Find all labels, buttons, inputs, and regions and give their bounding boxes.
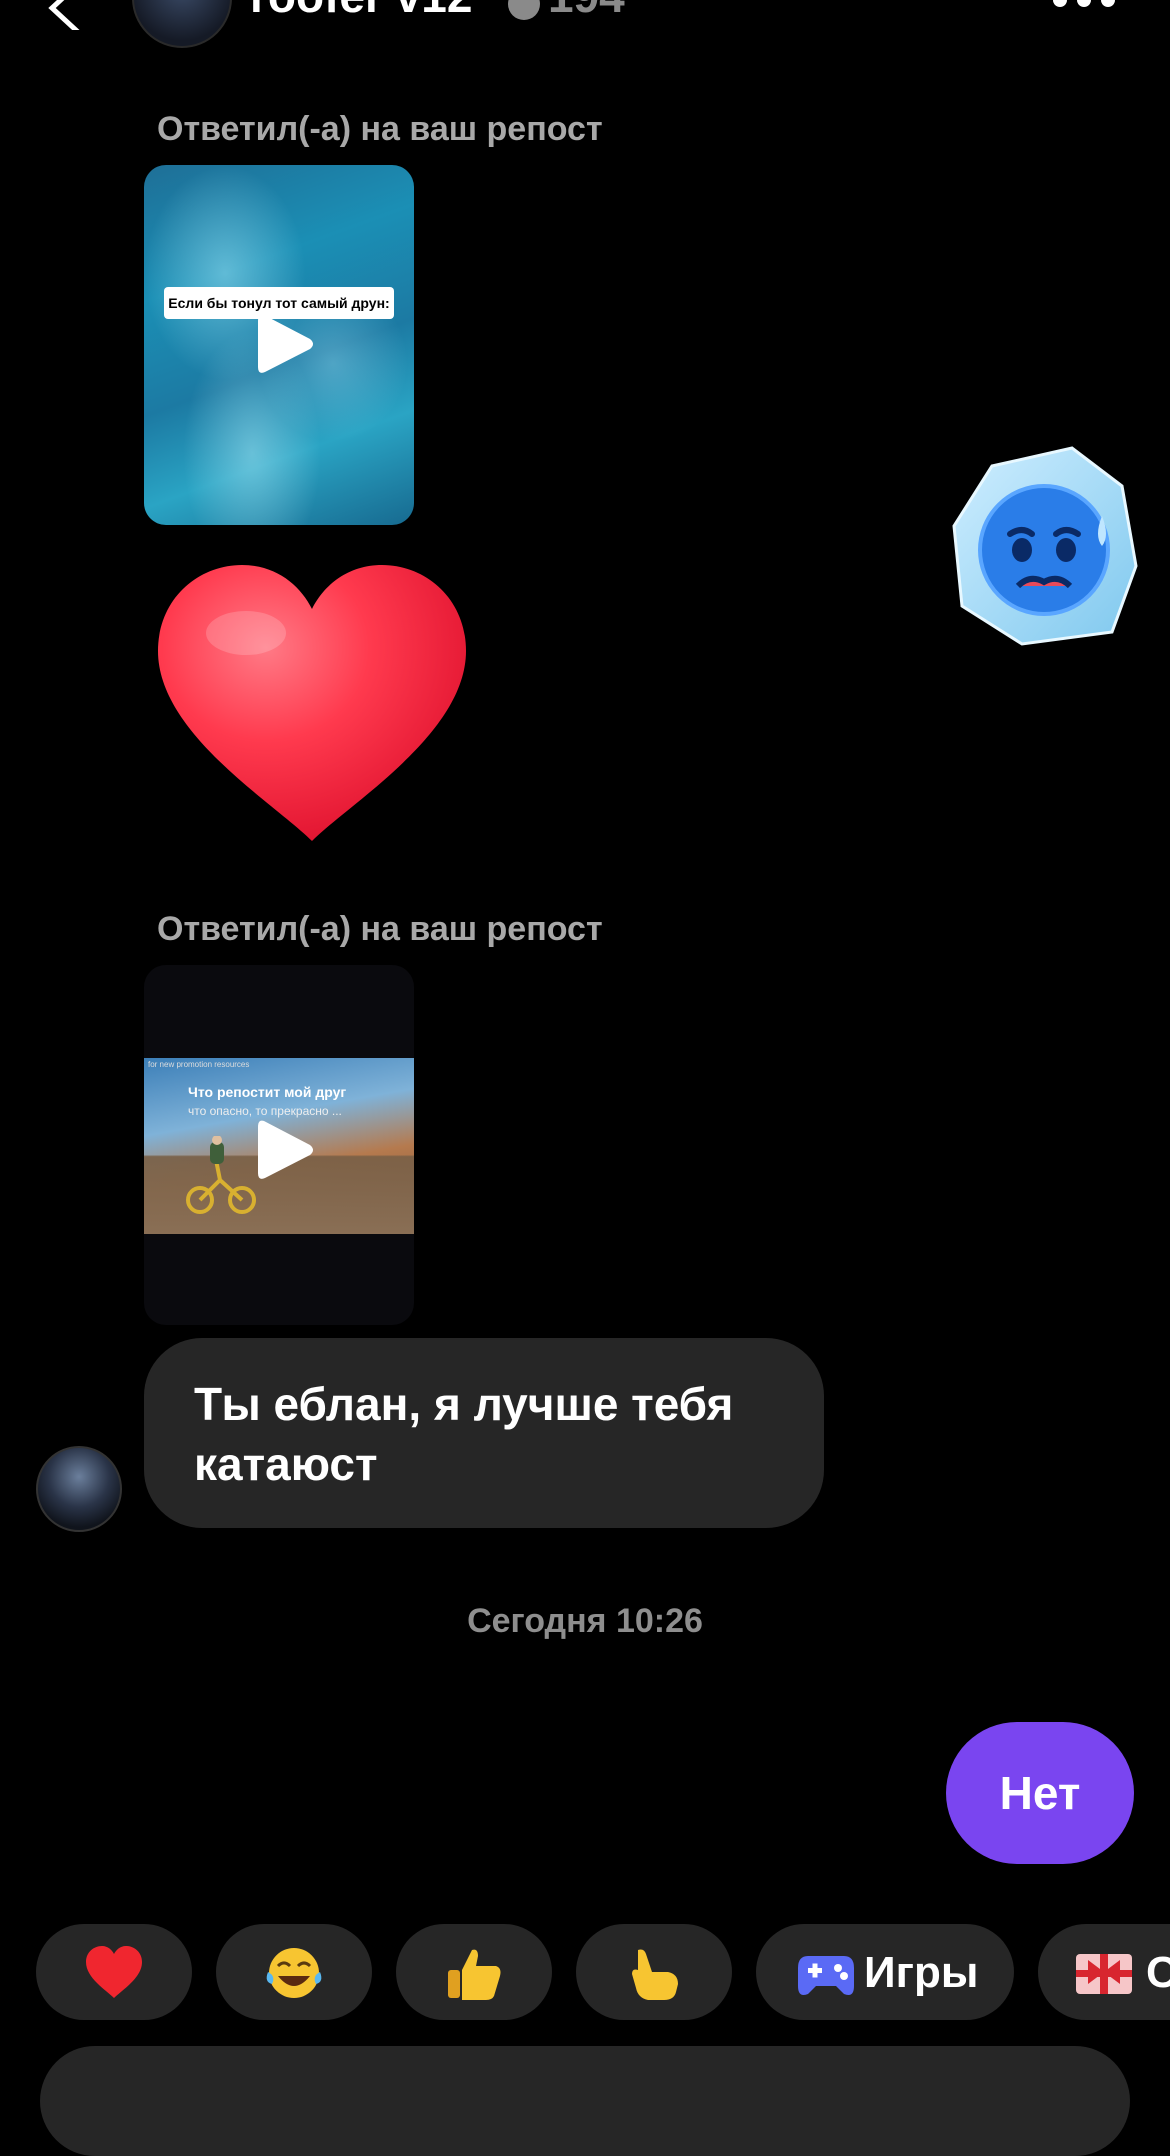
reply-label: Ответил(-а) на ваш репост [157,110,603,148]
quick-reaction-point[interactable] [576,1924,732,2020]
video-title: Что репостит мой друг [188,1084,347,1100]
quick-reply-gifts-label: С [1146,1948,1170,1997]
heart-emoji-icon [86,1946,142,1998]
quick-reply-games-label: Игры [864,1948,979,1997]
outgoing-message-bubble[interactable]: Нет [946,1722,1134,1864]
shared-video-card[interactable]: for new promotion resources Что репостит… [144,965,414,1325]
more-options-icon[interactable] [1052,0,1116,10]
thumbs-up-emoji-icon [448,1949,501,2000]
quick-reactions-bar: Игры С [0,1924,1170,2024]
quick-reaction-laugh[interactable] [216,1924,372,2020]
gamepad-icon [798,1956,854,1995]
streak-count: 194 [548,0,625,22]
message-input[interactable] [40,2046,1130,2156]
header-avatar[interactable] [132,0,232,48]
sender-avatar[interactable] [36,1446,122,1532]
reply-label: Ответил(-а) на ваш репост [157,910,603,948]
quick-reply-games[interactable]: Игры [756,1924,1014,2020]
incoming-message-bubble[interactable]: Ты еблан, я лучше тебя катаюст [144,1338,824,1528]
play-icon[interactable] [256,311,316,377]
video-subtitle: что опасно, то прекрасно ... [188,1104,342,1118]
gift-icon [1076,1954,1132,1994]
video-overlay-text: for new promotion resources [148,1060,250,1069]
chat-title[interactable]: roofer v12 [250,0,472,22]
shared-video-card[interactable]: Если бы тонул тот самый друн: [144,165,414,525]
heart-reaction-icon [158,565,466,841]
pointing-hand-emoji-icon [632,1949,678,2000]
quick-reaction-thumbs-up[interactable] [396,1924,552,2020]
incoming-message-text: Ты еблан, я лучше тебя катаюст [194,1378,734,1490]
tears-of-joy-emoji-icon [266,1948,322,1998]
play-icon[interactable] [256,1117,316,1183]
bike-rider-figure [186,1136,256,1214]
streak-icon [508,0,540,20]
quick-reply-gifts[interactable]: С [1038,1924,1170,2020]
quick-reaction-heart[interactable] [36,1924,192,2020]
back-arrow-icon[interactable] [40,0,90,35]
frozen-face-sticker [952,446,1138,646]
message-timestamp: Сегодня 10:26 [467,1602,703,1640]
